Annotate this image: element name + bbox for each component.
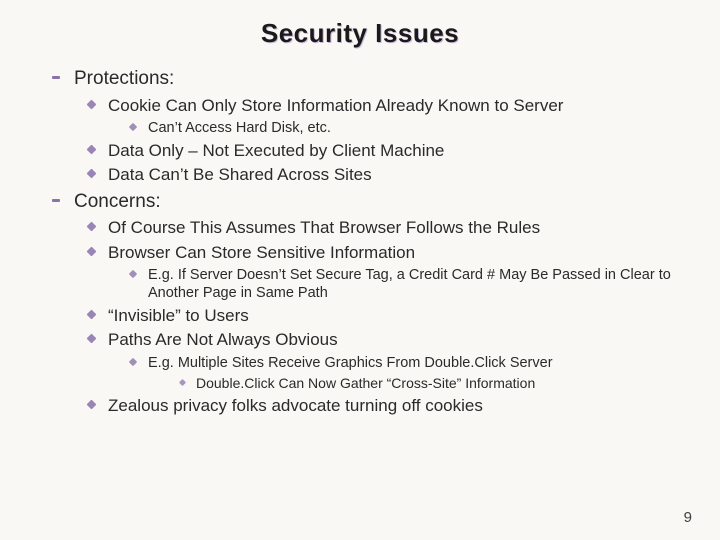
slide: Security Issues Protections: Cookie Can … (0, 0, 720, 540)
list-item: Paths Are Not Always Obvious (88, 329, 680, 350)
list-item: Of Course This Assumes That Browser Foll… (88, 217, 680, 238)
page-number: 9 (684, 509, 692, 526)
slide-title: Security Issues (40, 18, 680, 49)
list-item: Cookie Can Only Store Information Alread… (88, 95, 680, 116)
list-item: Double.Click Can Now Gather “Cross-Site”… (180, 375, 680, 393)
list-item: Browser Can Store Sensitive Information (88, 242, 680, 263)
list-item: “Invisible” to Users (88, 305, 680, 326)
section-heading-protections: Protections: (46, 67, 680, 91)
section-heading-concerns: Concerns: (46, 190, 680, 214)
list-item: Can’t Access Hard Disk, etc. (130, 119, 680, 137)
list-item: E.g. Multiple Sites Receive Graphics Fro… (130, 354, 680, 372)
list-item: E.g. If Server Doesn’t Set Secure Tag, a… (130, 266, 680, 302)
content-list: Protections: Cookie Can Only Store Infor… (40, 67, 680, 417)
list-item: Data Only – Not Executed by Client Machi… (88, 140, 680, 161)
list-item: Zealous privacy folks advocate turning o… (88, 395, 680, 416)
list-item: Data Can’t Be Shared Across Sites (88, 164, 680, 185)
